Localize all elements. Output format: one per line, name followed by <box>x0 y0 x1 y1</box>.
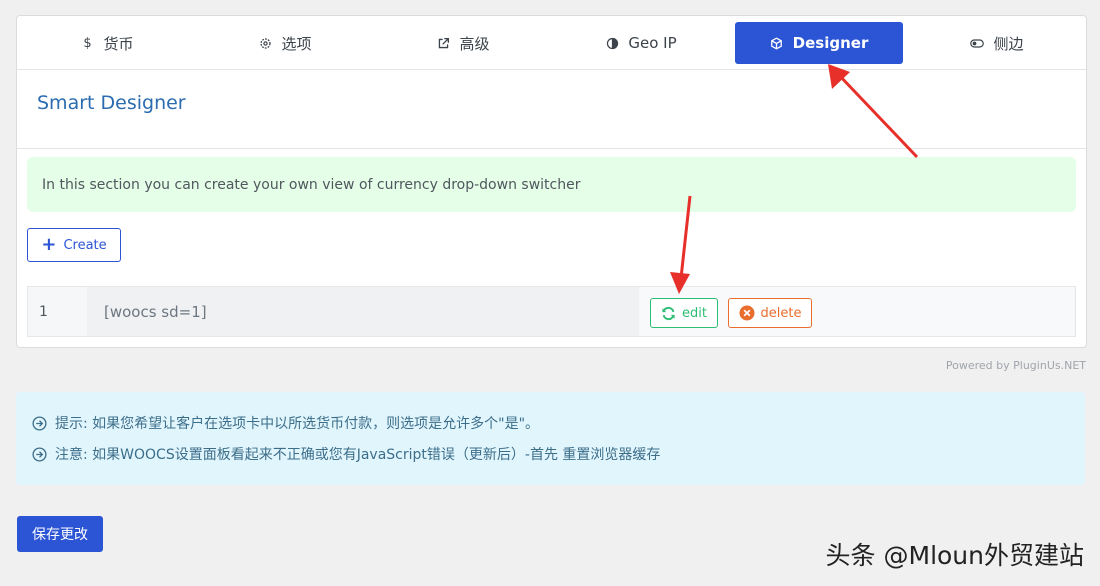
cube-icon <box>770 36 784 50</box>
tab-designer[interactable]: Designer <box>735 22 903 64</box>
arrow-circle-right-icon <box>32 415 47 431</box>
tab-label: 侧边 <box>993 34 1024 53</box>
powered-by: Powered by PluginUs.NET <box>945 359 1086 372</box>
dollar-icon: $ <box>83 35 92 51</box>
tab-label: 高级 <box>459 34 490 53</box>
info-line: 提示: 如果您希望让客户在选项卡中以所选货币付款，则选项是允许多个"是"。 <box>32 413 539 433</box>
notice-text: In this section you can create your own … <box>42 176 581 193</box>
plus-icon: + <box>41 234 57 255</box>
toggle-icon <box>970 36 985 50</box>
tab-currencies[interactable]: $ 货币 <box>19 22 195 64</box>
tab-label: Designer <box>792 34 869 52</box>
tab-options[interactable]: 选项 <box>197 22 373 64</box>
edit-label: edit <box>682 305 707 321</box>
info-box: 提示: 如果您希望让客户在选项卡中以所选货币付款，则选项是允许多个"是"。 注意… <box>16 392 1085 485</box>
tab-bar: $ 货币 选项 高级 Geo IP Designer 侧边 <box>17 16 1086 70</box>
save-button[interactable]: 保存更改 <box>17 516 103 552</box>
tab-sidebar[interactable]: 侧边 <box>909 22 1085 64</box>
edit-button[interactable]: edit <box>650 298 718 328</box>
watermark: 头条 @Mloun外贸建站 <box>825 541 1084 570</box>
row-actions: edit delete <box>640 287 1074 336</box>
close-circle-icon <box>739 305 755 321</box>
info-line: 注意: 如果WOOCS设置面板看起来不正确或您有JavaScript错误（更新后… <box>32 444 660 464</box>
refresh-icon <box>661 306 676 321</box>
arrow-circle-right-icon <box>32 446 47 462</box>
row-number: 1 <box>39 303 48 320</box>
tab-advanced[interactable]: 高级 <box>375 22 551 64</box>
tab-label: 选项 <box>281 34 312 53</box>
info-text: 提示: 如果您希望让客户在选项卡中以所选货币付款，则选项是允许多个"是"。 <box>55 416 540 432</box>
delete-label: delete <box>760 305 802 321</box>
table-row: 1 [woocs sd=1] edit delete <box>27 286 1076 337</box>
settings-panel: $ 货币 选项 高级 Geo IP Designer 侧边 Smart Desi… <box>16 15 1087 348</box>
tab-label: 货币 <box>103 34 134 53</box>
delete-button[interactable]: delete <box>728 298 812 328</box>
tab-geo-ip[interactable]: Geo IP <box>553 22 729 64</box>
create-button[interactable]: + Create <box>27 228 121 262</box>
info-text: 注意: 如果WOOCS设置面板看起来不正确或您有JavaScript错误（更新后… <box>55 447 661 463</box>
tab-label: Geo IP <box>628 34 677 52</box>
gear-icon <box>258 36 272 50</box>
section-title: Smart Designer <box>37 92 186 114</box>
row-shortcode: [woocs sd=1] <box>87 287 639 336</box>
external-link-icon <box>436 36 450 50</box>
globe-icon <box>605 36 619 50</box>
create-label: Create <box>63 237 107 253</box>
info-notice: In this section you can create your own … <box>27 157 1076 212</box>
divider <box>17 148 1086 149</box>
